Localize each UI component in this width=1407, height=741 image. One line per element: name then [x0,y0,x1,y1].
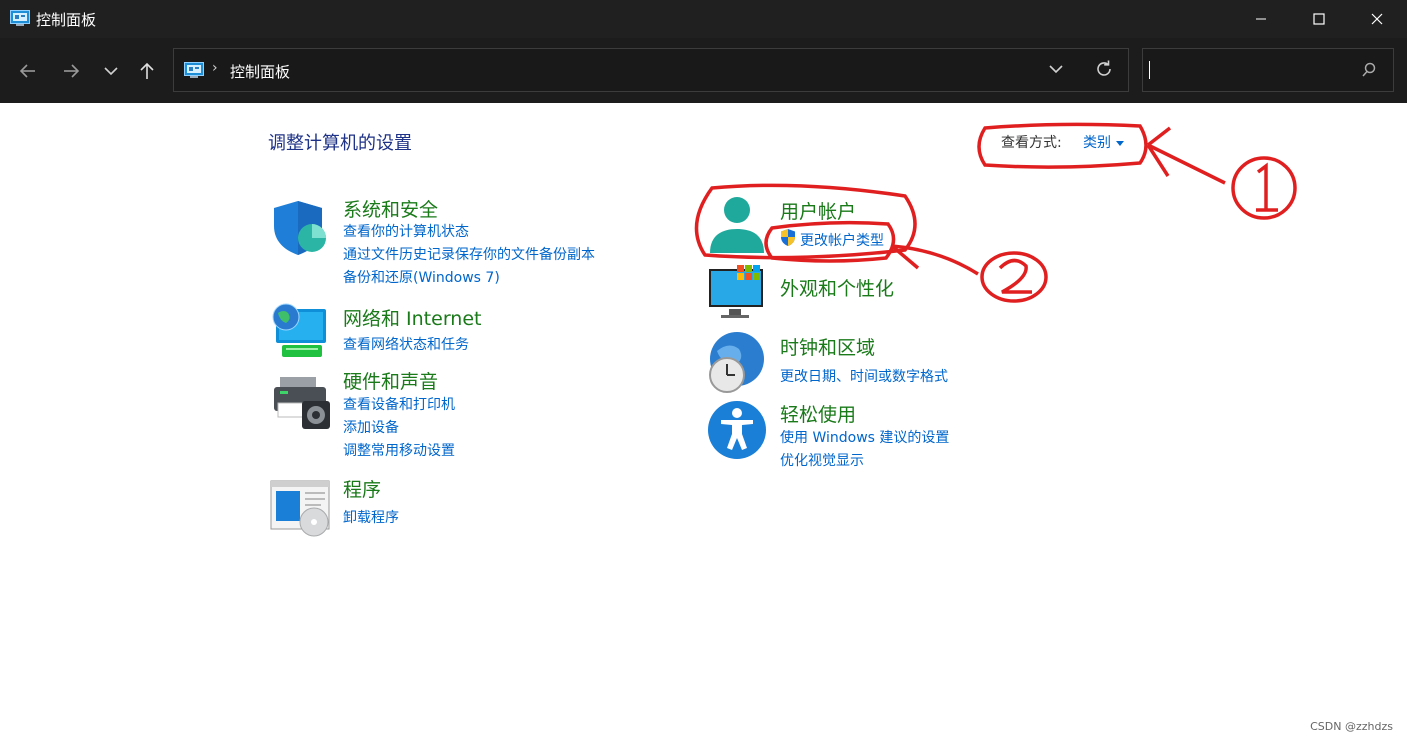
category-title[interactable]: 硬件和声音 [343,367,438,394]
link-uninstall-program[interactable]: 卸载程序 [343,507,399,527]
network-globe-icon[interactable] [270,301,332,363]
category-title[interactable]: 系统和安全 [343,195,438,222]
address-bar[interactable]: › 控制面板 [173,48,1129,92]
link-add-device[interactable]: 添加设备 [343,417,399,437]
category-title[interactable]: 外观和个性化 [780,274,894,301]
maximize-button[interactable] [1290,0,1348,38]
category-title[interactable]: 时钟和区域 [780,333,875,360]
link-recommended-settings[interactable]: 使用 Windows 建议的设置 [780,427,949,447]
control-panel-icon [10,10,30,30]
minimize-button[interactable] [1232,0,1290,38]
link-devices-printers[interactable]: 查看设备和打印机 [343,394,455,414]
link-file-history[interactable]: 通过文件历史记录保存你的文件备份副本 [343,244,595,264]
page-heading: 调整计算机的设置 [268,133,412,154]
refresh-button[interactable] [1094,59,1114,83]
address-dropdown-button[interactable] [1048,61,1064,81]
link-change-date-time[interactable]: 更改日期、时间或数字格式 [780,366,948,386]
programs-icon[interactable] [270,478,332,540]
printer-icon[interactable] [270,373,332,435]
breadcrumb-control-panel[interactable]: 控制面板 [230,61,290,82]
link-backup-restore[interactable]: 备份和还原(Windows 7) [343,267,500,287]
watermark: CSDN @zzhdzs [1310,720,1393,733]
accessibility-icon[interactable] [707,398,769,460]
link-mobility-settings[interactable]: 调整常用移动设置 [343,440,455,460]
window-title: 控制面板 [36,11,97,29]
dropdown-arrow-icon [1116,140,1124,146]
category-title[interactable]: 用户帐户 [780,197,856,224]
category-title[interactable]: 网络和 Internet [343,304,481,331]
view-by-dropdown[interactable]: 类别 [1083,132,1124,152]
close-button[interactable] [1348,0,1406,38]
link-change-account-type[interactable]: 更改帐户类型 [800,230,884,250]
appearance-monitor-icon[interactable] [707,263,769,325]
uac-shield-icon [779,228,797,251]
category-title[interactable]: 程序 [343,475,381,502]
link-view-computer-status[interactable]: 查看你的计算机状态 [343,221,469,241]
view-by-value[interactable]: 类别 [1083,135,1111,151]
up-button[interactable] [132,56,162,86]
recent-locations-button[interactable] [96,56,126,86]
control-panel-icon [184,62,204,82]
back-button[interactable] [13,56,43,86]
view-by-label: 查看方式: [1001,135,1062,151]
link-optimize-visual[interactable]: 优化视觉显示 [780,450,864,470]
clock-globe-icon[interactable] [707,331,769,393]
text-cursor [1149,61,1150,79]
shield-icon[interactable] [270,198,332,260]
search-icon [1361,62,1377,82]
search-input[interactable] [1142,48,1394,92]
link-network-status[interactable]: 查看网络状态和任务 [343,334,469,354]
forward-button[interactable] [56,56,86,86]
user-icon[interactable] [707,195,769,257]
navigation-bar: › 控制面板 [0,38,1407,103]
category-title[interactable]: 轻松使用 [780,400,856,427]
main-content: 调整计算机的设置 查看方式: 类别 系统和安全 查看你的计算机状态 通过文件历史… [0,103,1407,741]
title-bar: 控制面板 [0,0,1407,38]
chevron-right-icon: › [212,60,218,76]
